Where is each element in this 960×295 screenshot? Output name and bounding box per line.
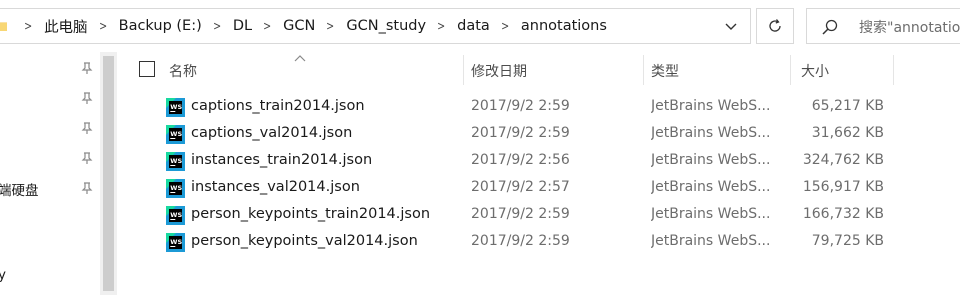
file-date: 2017/9/2 2:59 (471, 98, 570, 114)
file-date: 2017/9/2 2:56 (471, 152, 570, 168)
chevron-right-icon[interactable]: > (495, 19, 517, 33)
column-divider[interactable] (463, 55, 464, 85)
svg-text:WS: WS (170, 130, 182, 138)
breadcrumb-data[interactable]: data (455, 18, 492, 34)
search-icon (822, 19, 838, 35)
file-type: JetBrains WebS... (651, 125, 771, 141)
file-name: instances_val2014.json (191, 179, 360, 195)
column-divider[interactable] (643, 55, 644, 85)
file-name: instances_train2014.json (191, 152, 373, 168)
file-row[interactable]: WS instances_val2014.json 2017/9/2 2:57 Jet… (118, 175, 960, 202)
chevron-right-icon[interactable]: > (92, 19, 114, 33)
chevron-right-icon[interactable]: > (431, 19, 453, 33)
file-name: person_keypoints_train2014.json (191, 206, 431, 222)
column-header (118, 56, 960, 86)
webstorm-file-icon: WS (166, 152, 185, 171)
pin-icon[interactable] (80, 151, 94, 165)
file-type: JetBrains WebS... (651, 206, 771, 222)
column-name-header[interactable]: 名称 (169, 61, 197, 81)
file-row[interactable]: WS captions_val2014.json 2017/9/2 2:59 JetB… (118, 121, 960, 148)
column-divider[interactable] (790, 55, 791, 85)
file-date: 2017/9/2 2:59 (471, 206, 570, 222)
chevron-down-icon[interactable] (723, 18, 739, 34)
breadcrumb-dl[interactable]: DL (231, 18, 254, 34)
column-type-header[interactable]: 类型 (651, 61, 679, 81)
file-size: 166,732 KB (802, 206, 884, 222)
file-row[interactable]: WS person_keypoints_val2014.json 2017/9/2 … (118, 229, 960, 256)
nav-item-partial[interactable]: y (0, 267, 6, 283)
svg-text:WS: WS (170, 238, 182, 246)
file-row[interactable]: WS captions_train2014.json 2017/9/2 2:59 Je… (118, 94, 960, 121)
file-size: 156,917 KB (802, 179, 884, 195)
pin-icon[interactable] (80, 61, 94, 75)
file-name: captions_val2014.json (191, 125, 353, 141)
svg-text:WS: WS (170, 157, 182, 165)
breadcrumb-this-pc[interactable]: 此电脑 (42, 16, 90, 37)
column-size-header[interactable]: 大小 (801, 61, 829, 81)
svg-text:WS: WS (170, 211, 182, 219)
file-type: JetBrains WebS... (651, 152, 771, 168)
webstorm-file-icon: WS (166, 233, 185, 252)
file-type: JetBrains WebS... (651, 98, 771, 114)
column-date-header[interactable]: 修改日期 (471, 61, 527, 81)
file-row[interactable]: WS person_keypoints_train2014.json 2017/9/… (118, 202, 960, 229)
address-bar[interactable]: > 此电脑 > Backup (E:) > DL > GCN > GCN_stu… (0, 8, 751, 44)
breadcrumb-annotations[interactable]: annotations (519, 18, 609, 34)
webstorm-file-icon: WS (166, 98, 185, 117)
breadcrumb: > 此电脑 > Backup (E:) > DL > GCN > GCN_stu… (15, 9, 609, 43)
breadcrumb-backup-drive[interactable]: Backup (E:) (117, 18, 204, 34)
file-type: JetBrains WebS... (651, 179, 771, 195)
webstorm-file-icon: WS (166, 206, 185, 225)
nav-item-drive[interactable]: 端硬盘 (0, 179, 39, 199)
pin-icon[interactable] (80, 181, 94, 195)
file-date: 2017/9/2 2:59 (471, 125, 570, 141)
svg-text:WS: WS (170, 103, 182, 111)
chevron-right-icon[interactable]: > (206, 19, 228, 33)
column-divider[interactable] (893, 55, 894, 85)
folder-icon (0, 22, 7, 31)
chevron-right-icon[interactable]: > (257, 19, 279, 33)
file-name: captions_train2014.json (191, 98, 365, 114)
file-row[interactable]: WS instances_train2014.json 2017/9/2 2:56 J… (118, 148, 960, 175)
search-input[interactable]: 搜索"annotations" (806, 8, 960, 44)
search-placeholder: 搜索"annotations" (859, 20, 960, 36)
chevron-right-icon[interactable]: > (320, 19, 342, 33)
file-type: JetBrains WebS... (651, 233, 771, 249)
file-date: 2017/9/2 2:57 (471, 179, 570, 195)
webstorm-file-icon: WS (166, 179, 185, 198)
navigation-pane: 端硬盘 y (0, 52, 104, 295)
nav-scrollbar-thumb[interactable] (103, 56, 114, 291)
file-size: 79,725 KB (811, 233, 884, 249)
file-size: 324,762 KB (802, 152, 884, 168)
file-date: 2017/9/2 2:59 (471, 233, 570, 249)
breadcrumb-gcn[interactable]: GCN (281, 18, 317, 34)
refresh-icon (769, 19, 781, 32)
file-size: 65,217 KB (811, 98, 884, 114)
refresh-button[interactable] (756, 8, 794, 44)
file-size: 31,662 KB (811, 125, 884, 141)
webstorm-file-icon: WS (166, 125, 185, 144)
address-toolbar: > 此电脑 > Backup (E:) > DL > GCN > GCN_stu… (0, 0, 960, 52)
chevron-right-icon[interactable]: > (18, 19, 40, 33)
breadcrumb-gcn-study[interactable]: GCN_study (344, 18, 428, 34)
svg-text:WS: WS (170, 184, 182, 192)
pin-icon[interactable] (80, 121, 94, 135)
file-name: person_keypoints_val2014.json (191, 233, 418, 249)
pin-icon[interactable] (80, 91, 94, 105)
select-all-checkbox[interactable] (139, 61, 155, 77)
